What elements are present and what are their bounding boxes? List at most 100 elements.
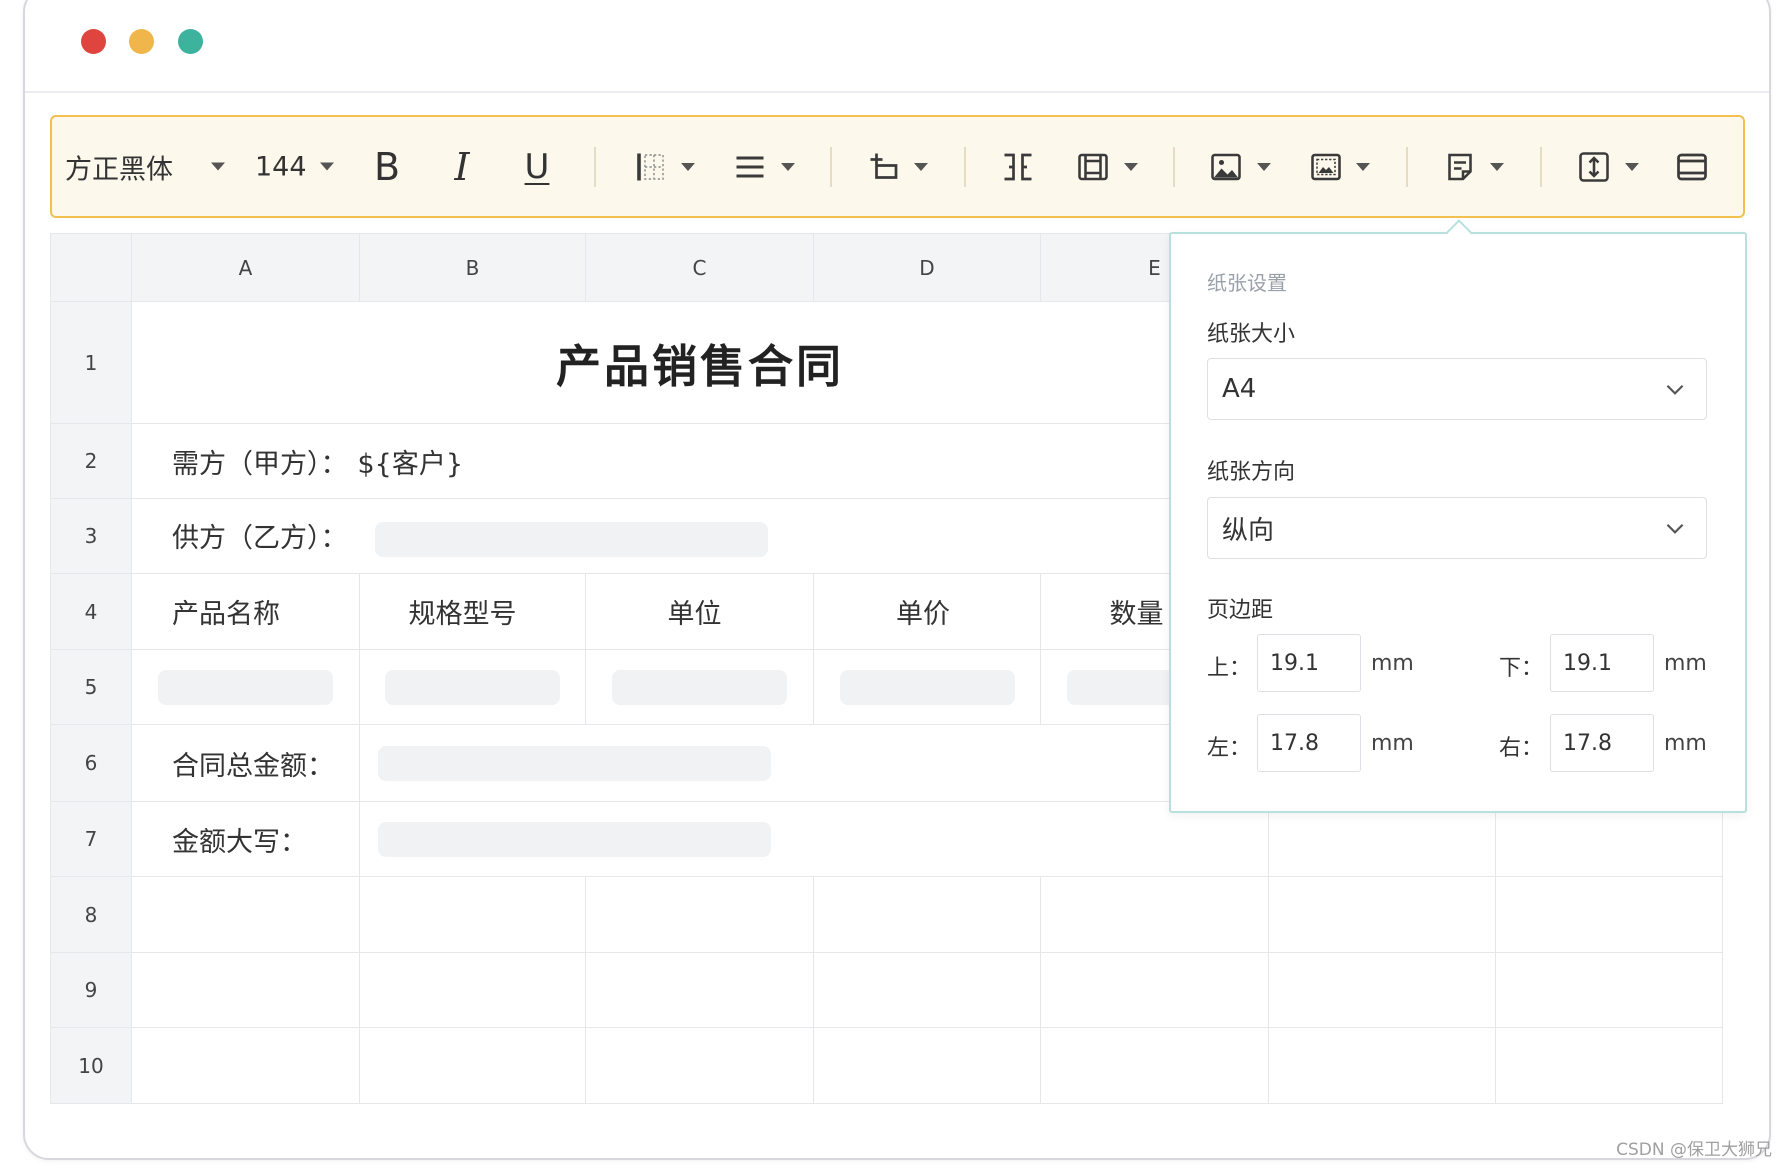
cell[interactable] xyxy=(359,1027,586,1104)
cell[interactable] xyxy=(131,1027,360,1104)
row-height-button[interactable] xyxy=(1576,149,1639,185)
cell[interactable] xyxy=(131,952,360,1028)
caret-down-icon xyxy=(1625,162,1639,171)
total-label-cell[interactable]: 合同总金额： xyxy=(131,724,360,802)
cell[interactable] xyxy=(1495,952,1723,1028)
row-header[interactable]: 10 xyxy=(50,1027,132,1104)
toolbar-divider xyxy=(964,146,966,187)
cell[interactable] xyxy=(585,1027,814,1104)
row-header[interactable]: 7 xyxy=(50,801,132,877)
margin-top-input[interactable] xyxy=(1257,634,1361,692)
amount-words-placeholder xyxy=(378,821,771,857)
item-header-cell[interactable]: 产品名称 xyxy=(131,573,360,650)
insert-image-button[interactable] xyxy=(1208,149,1271,185)
text-wrap-button[interactable] xyxy=(866,149,928,185)
titlebar-divider xyxy=(25,91,1769,93)
buyer-cell[interactable]: 需方（甲方）： ${客户} xyxy=(131,423,1269,499)
cell-placeholder xyxy=(839,669,1015,705)
paper-settings-title: 纸张设置 xyxy=(1207,271,1287,295)
minimize-window-button[interactable] xyxy=(129,29,154,54)
cell[interactable] xyxy=(813,649,1041,725)
supplier-placeholder xyxy=(374,521,768,557)
column-header-c[interactable]: C xyxy=(585,233,814,302)
background-image-button[interactable] xyxy=(1308,149,1370,185)
amount-words-label-cell[interactable]: 金额大写： xyxy=(131,801,360,877)
row-header[interactable]: 2 xyxy=(50,423,132,499)
border-button[interactable] xyxy=(633,149,695,185)
row-header[interactable]: 5 xyxy=(50,649,132,725)
cell[interactable] xyxy=(131,649,360,725)
cell[interactable] xyxy=(1268,1027,1496,1104)
paper-size-select[interactable]: A4 xyxy=(1207,358,1707,420)
paper-size-label: 纸张大小 xyxy=(1207,322,1296,347)
paper-orientation-select[interactable]: 纵向 xyxy=(1207,497,1707,559)
frame-button[interactable] xyxy=(1075,149,1138,185)
font-family-select[interactable]: 方正黑体 xyxy=(65,147,225,186)
cell[interactable] xyxy=(1040,1027,1269,1104)
font-size-value: 144 xyxy=(255,151,307,182)
cell[interactable] xyxy=(359,876,586,953)
background-image-icon xyxy=(1308,149,1344,185)
bold-button[interactable]: B xyxy=(367,148,407,186)
underline-button[interactable]: U xyxy=(517,150,557,184)
cell[interactable] xyxy=(1268,952,1496,1028)
maximize-window-button[interactable] xyxy=(178,29,203,54)
cell-placeholder xyxy=(158,669,333,705)
margin-bottom-input[interactable] xyxy=(1550,634,1654,692)
align-icon xyxy=(732,149,768,185)
cell[interactable] xyxy=(585,952,814,1028)
margin-right-input[interactable] xyxy=(1550,714,1654,772)
cell[interactable] xyxy=(1268,876,1496,953)
row-header[interactable]: 1 xyxy=(50,301,132,424)
item-header-cell[interactable]: 单价 xyxy=(813,573,1041,650)
item-header-cell[interactable]: 规格型号 xyxy=(359,573,586,650)
caret-down-icon xyxy=(1124,162,1138,171)
total-placeholder xyxy=(378,745,771,781)
paper-settings-popover: 纸张设置 纸张大小 A4 纸张方向 纵向 页边距 上： mm 下： mm 左： … xyxy=(1169,219,1747,813)
cell[interactable] xyxy=(131,876,360,953)
row-header[interactable]: 6 xyxy=(50,724,132,802)
cell[interactable] xyxy=(813,952,1041,1028)
margin-top-unit: mm xyxy=(1371,651,1414,676)
cell-placeholder xyxy=(612,669,787,705)
page-view-button[interactable] xyxy=(1674,149,1710,185)
row-header[interactable]: 8 xyxy=(50,876,132,953)
cell[interactable] xyxy=(813,876,1041,953)
total-value-cell[interactable] xyxy=(359,724,1269,802)
cell[interactable] xyxy=(585,876,814,953)
supplier-cell[interactable]: 供方（乙方）： xyxy=(131,498,1269,574)
supplier-label: 供方（乙方）： xyxy=(172,522,348,554)
cell[interactable] xyxy=(359,952,586,1028)
row-header[interactable]: 4 xyxy=(50,573,132,650)
cell[interactable] xyxy=(585,649,814,725)
column-header-a[interactable]: A xyxy=(131,233,360,302)
column-header-d[interactable]: D xyxy=(813,233,1041,302)
italic-button[interactable]: I xyxy=(442,148,482,186)
select-all-corner[interactable] xyxy=(50,233,132,302)
toolbar-divider xyxy=(594,146,596,187)
text-wrap-icon xyxy=(866,149,902,185)
font-size-select[interactable]: 144 xyxy=(255,151,334,182)
cell[interactable] xyxy=(1495,1027,1723,1104)
paper-size-value: A4 xyxy=(1222,374,1257,404)
cell[interactable] xyxy=(359,649,586,725)
row-header[interactable]: 9 xyxy=(50,952,132,1028)
row-header[interactable]: 3 xyxy=(50,498,132,574)
margin-bottom-unit: mm xyxy=(1664,651,1707,676)
cell[interactable] xyxy=(1495,876,1723,953)
table-row: 9 xyxy=(50,952,1723,1028)
item-header-cell[interactable]: 单位 xyxy=(585,573,814,650)
title-cell[interactable]: 产品销售合同 xyxy=(131,301,1269,424)
align-button[interactable] xyxy=(732,149,795,185)
merge-cells-button[interactable] xyxy=(1000,149,1036,185)
cell[interactable] xyxy=(813,1027,1041,1104)
close-window-button[interactable] xyxy=(81,29,106,54)
toolbar-divider xyxy=(1173,146,1175,187)
amount-words-value-cell[interactable] xyxy=(359,801,1269,877)
toolbar-divider xyxy=(830,146,832,187)
page-setup-button[interactable] xyxy=(1442,149,1504,185)
column-header-b[interactable]: B xyxy=(359,233,586,302)
cell[interactable] xyxy=(1040,952,1269,1028)
cell[interactable] xyxy=(1040,876,1269,953)
margin-left-input[interactable] xyxy=(1257,714,1361,772)
